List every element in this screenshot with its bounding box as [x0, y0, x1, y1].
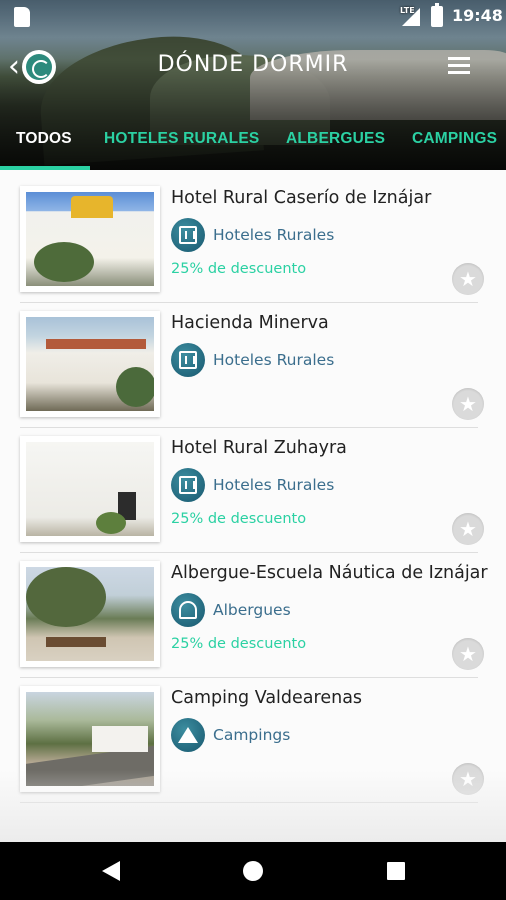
signal-icon: LTE: [400, 6, 422, 26]
battery-icon: [431, 3, 443, 27]
accommodation-list[interactable]: Hotel Rural Caserío de Iznájar Hoteles R…: [0, 170, 506, 842]
star-icon: ★: [459, 392, 477, 416]
item-title: Hotel Rural Zuhayra: [171, 438, 347, 458]
hotel-icon: [171, 218, 205, 252]
status-bar: LTE 19:48: [0, 0, 506, 34]
chevron-left-icon: ‹: [8, 49, 20, 84]
item-category-label: Hoteles Rurales: [213, 226, 335, 244]
item-photo: [26, 317, 154, 411]
globe-logo-icon: [22, 50, 56, 84]
item-category-label: Campings: [213, 726, 291, 744]
item-category-label: Albergues: [213, 601, 291, 619]
item-category: Hoteles Rurales: [171, 468, 334, 502]
item-discount: 25% de descuento: [171, 511, 307, 527]
list-item[interactable]: Hotel Rural Zuhayra Hoteles Rurales 25% …: [0, 420, 506, 553]
favorite-button[interactable]: ★: [452, 263, 484, 295]
item-category: Albergues: [171, 593, 291, 627]
item-thumbnail: [20, 311, 160, 417]
item-category: Hoteles Rurales: [171, 218, 334, 252]
star-icon: ★: [459, 517, 477, 541]
item-thumbnail: [20, 436, 160, 542]
star-icon: ★: [459, 642, 477, 666]
list-bottom-fade: [0, 770, 506, 842]
hotel-icon: [171, 468, 205, 502]
list-item[interactable]: Hacienda Minerva Hoteles Rurales ★: [0, 295, 506, 428]
item-photo: [26, 567, 154, 661]
app-bar: ‹ DÓNDE DORMIR: [0, 34, 506, 98]
item-category-label: Hoteles Rurales: [213, 351, 335, 369]
nav-recents-icon[interactable]: [387, 862, 405, 880]
tab-bar: TODOS HOTELES RURALES ALBERGUES CAMPINGS: [0, 112, 506, 170]
favorite-button[interactable]: ★: [452, 388, 484, 420]
status-time: 19:48: [452, 6, 503, 25]
star-icon: ★: [459, 267, 477, 291]
item-category-label: Hoteles Rurales: [213, 476, 335, 494]
back-button[interactable]: ‹: [8, 48, 68, 86]
sd-card-icon: [14, 7, 30, 27]
list-item[interactable]: Hotel Rural Caserío de Iznájar Hoteles R…: [0, 170, 506, 303]
item-category: Campings: [171, 718, 290, 752]
system-navigation-bar: [0, 842, 506, 900]
item-discount: 25% de descuento: [171, 636, 307, 652]
favorite-button[interactable]: ★: [452, 513, 484, 545]
nav-home-icon[interactable]: [243, 861, 263, 881]
list-item[interactable]: Albergue-Escuela Náutica de Iznájar Albe…: [0, 545, 506, 678]
item-thumbnail: [20, 561, 160, 667]
item-title: Camping Valdearenas: [171, 688, 363, 708]
item-category: Hoteles Rurales: [171, 343, 334, 377]
tab-albergues[interactable]: ALBERGUES: [286, 130, 385, 148]
hostel-icon: [171, 593, 205, 627]
item-photo: [26, 442, 154, 536]
hamburger-menu-icon-line: [448, 64, 470, 67]
item-title: Hacienda Minerva: [171, 313, 329, 333]
item-discount: 25% de descuento: [171, 261, 307, 277]
tent-icon: [171, 718, 205, 752]
item-title: Hotel Rural Caserío de Iznájar: [171, 188, 432, 208]
tab-hoteles-rurales[interactable]: HOTELES RURALES: [104, 130, 259, 148]
menu-button[interactable]: [448, 54, 476, 76]
item-title: Albergue-Escuela Náutica de Iznájar: [171, 563, 488, 583]
hamburger-menu-icon: [448, 57, 470, 60]
hamburger-menu-icon-line: [448, 71, 470, 74]
tab-campings[interactable]: CAMPINGS: [412, 130, 497, 148]
hotel-icon: [171, 343, 205, 377]
page-title: DÓNDE DORMIR: [157, 52, 349, 77]
item-thumbnail: [20, 186, 160, 292]
network-type: LTE: [400, 6, 415, 15]
tab-todos[interactable]: TODOS: [16, 130, 72, 148]
favorite-button[interactable]: ★: [452, 638, 484, 670]
nav-back-icon[interactable]: [102, 861, 120, 881]
header: LTE 19:48 ‹ DÓNDE DORMIR TODOS HOTELES R…: [0, 0, 506, 170]
item-photo: [26, 192, 154, 286]
